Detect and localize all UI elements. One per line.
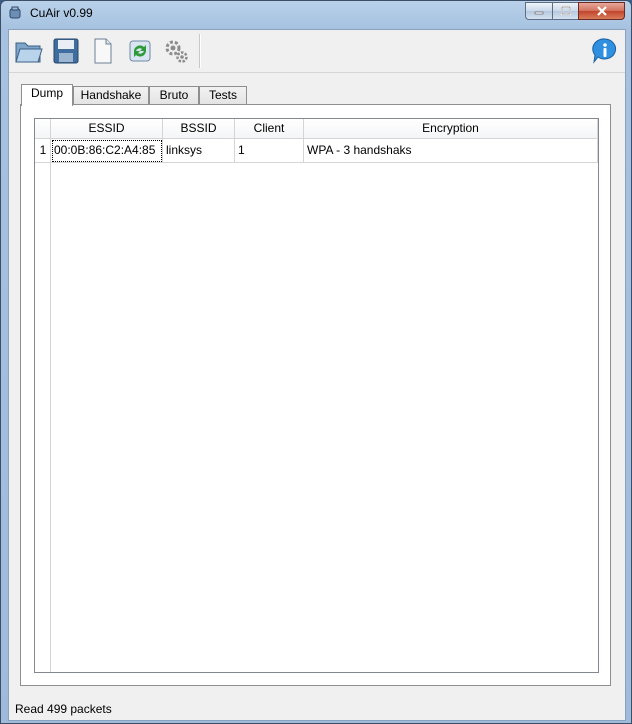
status-bar: Read 499 packets (9, 700, 625, 720)
new-button[interactable] (87, 35, 119, 67)
column-header-bssid[interactable]: BSSID (163, 119, 235, 139)
row-number[interactable]: 1 (35, 139, 51, 163)
dump-tab-panel: ESSID BSSID Client Encryption 1 00:0B:86… (20, 104, 611, 686)
app-window: CuAir v0.99 Dump Handshake Bruto Tests E… (0, 0, 632, 724)
info-icon (592, 38, 617, 64)
refresh-icon (129, 40, 151, 62)
open-button[interactable] (13, 35, 45, 67)
new-document-icon (94, 38, 112, 64)
table-cell-client[interactable]: 1 (235, 139, 304, 163)
table-cell-encryption[interactable]: WPA - 3 handshaks (304, 139, 598, 163)
settings-gears-icon (165, 40, 188, 63)
close-button[interactable] (578, 2, 625, 20)
settings-button[interactable] (161, 35, 193, 67)
column-header-essid[interactable]: ESSID (51, 119, 163, 139)
maximize-icon (560, 6, 571, 15)
open-folder-icon (15, 42, 43, 63)
minimize-icon (534, 11, 544, 15)
tab-handshake[interactable]: Handshake (73, 86, 149, 105)
networks-table[interactable]: ESSID BSSID Client Encryption 1 00:0B:86… (34, 118, 599, 673)
title-bar[interactable]: CuAir v0.99 (1, 1, 631, 25)
tab-tests[interactable]: Tests (199, 86, 247, 105)
close-icon (596, 6, 607, 16)
tab-bruto[interactable]: Bruto (149, 86, 199, 105)
app-icon (9, 6, 21, 19)
column-header-client[interactable]: Client (235, 119, 304, 139)
minimize-button[interactable] (525, 2, 552, 20)
column-header-encryption[interactable]: Encryption (304, 119, 598, 139)
toolbar-separator (199, 34, 201, 68)
maximize-button[interactable] (552, 2, 578, 20)
refresh-button[interactable] (124, 35, 156, 67)
client-area: Dump Handshake Bruto Tests ESSID BSSID C… (8, 29, 626, 721)
tab-dump[interactable]: Dump (21, 84, 73, 106)
toolbar (9, 30, 625, 73)
info-button[interactable] (589, 35, 621, 67)
corner-header[interactable] (35, 119, 51, 139)
table-cell-bssid[interactable]: linksys (163, 139, 235, 163)
window-title: CuAir v0.99 (30, 6, 93, 20)
save-button[interactable] (50, 35, 82, 67)
table-cell-essid[interactable]: 00:0B:86:C2:A4:85 (51, 139, 163, 163)
save-floppy-icon (53, 38, 79, 64)
row-header-column (35, 119, 51, 672)
status-text: Read 499 packets (15, 702, 112, 716)
